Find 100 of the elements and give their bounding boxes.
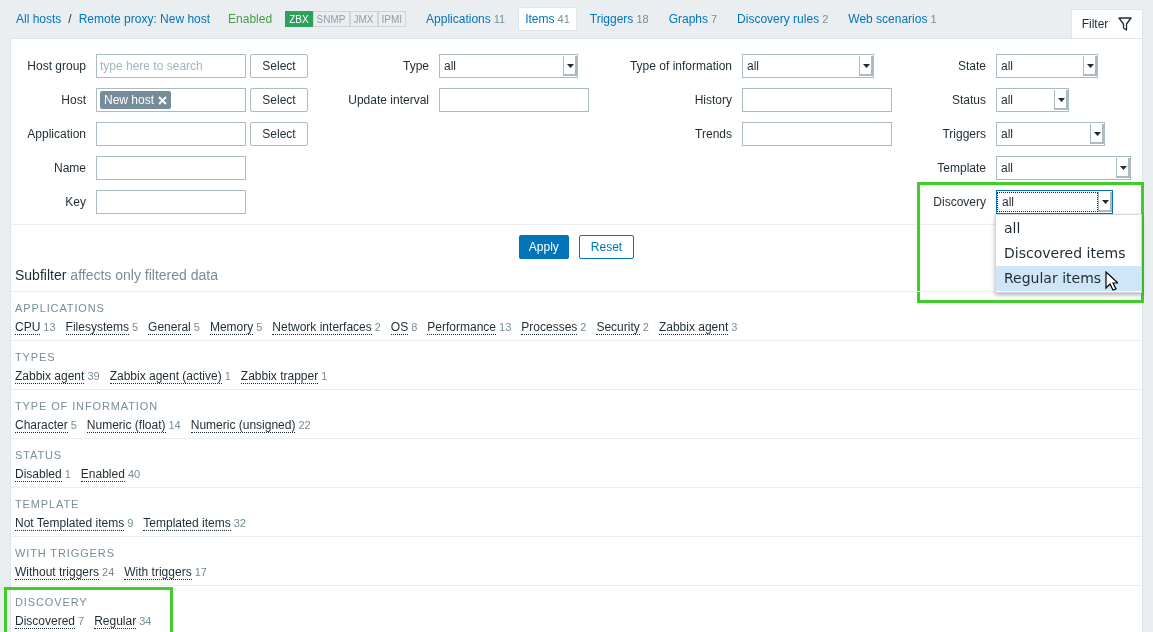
availability-badge: SNMP [312,11,350,27]
subfilter-link[interactable]: Not Templated items [15,516,125,531]
breadcrumb-link[interactable]: All hosts [16,10,62,28]
subfilter-link[interactable]: OS [390,320,409,335]
field-label: Type [402,58,429,75]
subfilter-link[interactable]: Enabled [80,467,125,482]
item-count: 13 [499,320,512,335]
subfilter-link[interactable]: Filesystems [65,320,129,335]
select-field[interactable]: all [996,122,1105,146]
field-label: Status [950,92,986,109]
subfilter-link[interactable]: Numeric (unsigned) [190,418,296,433]
subfilter-link[interactable]: Zabbix agent [658,320,729,335]
subfilter-link[interactable]: Disabled [15,467,62,482]
subfilter-link[interactable]: Zabbix agent [15,369,85,384]
item-count: 3 [731,320,738,335]
subfilter-link[interactable]: Regular [94,614,137,629]
field-label: History [693,92,732,109]
subfilter-link[interactable]: Network interfaces [272,320,372,335]
apply-button[interactable]: Apply [518,235,569,259]
input-field[interactable] [742,122,892,146]
field-label: Update interval [347,92,429,109]
dropdown-option[interactable]: Regular items [996,266,1141,291]
subfilter-link[interactable]: With triggers [124,565,192,580]
multiselect-field[interactable] [96,122,246,146]
subfilter-section-title: TYPE OF INFORMATION [15,399,160,412]
item-count: 17 [194,565,207,580]
dropdown-option[interactable]: all [996,216,1141,241]
subfilter-note: affects only filtered data [70,266,218,285]
tab[interactable]: Web scenarios 1 [841,7,944,31]
input-field[interactable] [96,156,246,180]
host-tag: New host [100,91,172,109]
subfilter-link[interactable]: CPU [15,320,41,335]
subfilter-link[interactable]: Zabbix trapper [240,369,319,384]
select-field[interactable]: all [742,54,874,78]
availability-badge: JMX [349,11,378,27]
field-label: Application [26,126,86,143]
filter-icon [1118,17,1133,31]
subfilter-section-title: TEMPLATE [15,497,81,510]
subfilter-title: Subfilter [15,266,67,285]
item-count: 1 [224,369,231,384]
item-count: 40 [127,467,141,482]
subfilter-link[interactable]: Zabbix agent (active) [109,369,222,384]
item-count: 34 [139,614,152,629]
input-field[interactable] [439,88,589,112]
subfilter-link[interactable]: General [148,320,191,335]
filter-tab[interactable]: Filter [1071,9,1143,38]
availability-badge: ZBX [285,11,313,27]
subfilter-section-title: APPLICATIONS [15,301,106,314]
input-field[interactable] [96,190,246,214]
subfilter-section-title: STATUS [15,448,64,461]
tab[interactable]: Triggers 18 [582,7,656,31]
tab[interactable]: Applications 11 [419,7,513,31]
item-count: 1 [64,467,71,482]
select-button[interactable]: Select [250,122,308,146]
item-count: 2 [580,320,587,335]
dropdown-option[interactable]: Discovered items [996,241,1141,266]
item-count: 5 [70,418,77,433]
breadcrumb-separator: / [68,11,72,28]
subfilter-link[interactable]: Templated items [143,516,231,531]
subfilter-link[interactable]: Performance [427,320,497,335]
item-count: 5 [193,320,200,335]
input-field[interactable] [742,88,892,112]
item-count: 1 [321,369,328,384]
field-label: Discovery [932,194,986,211]
select-field[interactable]: all [996,156,1131,180]
remove-icon[interactable] [158,95,168,105]
subfilter-link[interactable]: Numeric (float) [86,418,166,433]
subfilter-link[interactable]: Character [15,418,68,433]
select-button[interactable]: Select [250,88,308,112]
item-count: 13 [43,320,56,335]
tab[interactable]: Items 41 [518,7,577,31]
subfilter-link[interactable]: Discovered [15,614,76,629]
subfilter-link[interactable]: Memory [209,320,254,335]
select-field[interactable]: all [996,88,1069,112]
subfilter-link[interactable]: Processes [521,320,578,335]
host-status: Enabled [228,11,273,28]
field-label: Name [53,160,86,177]
item-count: 22 [298,418,311,433]
subfilter-link[interactable]: Without triggers [15,565,100,580]
field-label: Template [936,160,986,177]
availability-badge: IPMI [377,11,407,27]
select-button[interactable]: Select [250,54,308,78]
subfilter-section-title: TYPES [15,350,57,363]
item-count: 9 [127,516,134,531]
field-label: Key [64,194,86,211]
item-count: 14 [168,418,181,433]
breadcrumb-link[interactable]: Remote proxy: New host [78,10,211,28]
field-label: Host group [26,58,86,75]
select-field[interactable]: all [439,54,578,78]
reset-button[interactable]: Reset [578,235,635,259]
item-count: 32 [233,516,246,531]
field-label: Type of information [628,58,732,75]
select-field[interactable]: all [996,190,1113,214]
subfilter-link[interactable]: Security [596,320,640,335]
select-field[interactable]: all [996,54,1098,78]
field-label: Triggers [941,126,986,143]
item-count: 24 [102,565,115,580]
field-label: Trends [694,126,732,143]
tab[interactable]: Discovery rules 2 [730,7,836,31]
tab[interactable]: Graphs 7 [661,7,725,31]
